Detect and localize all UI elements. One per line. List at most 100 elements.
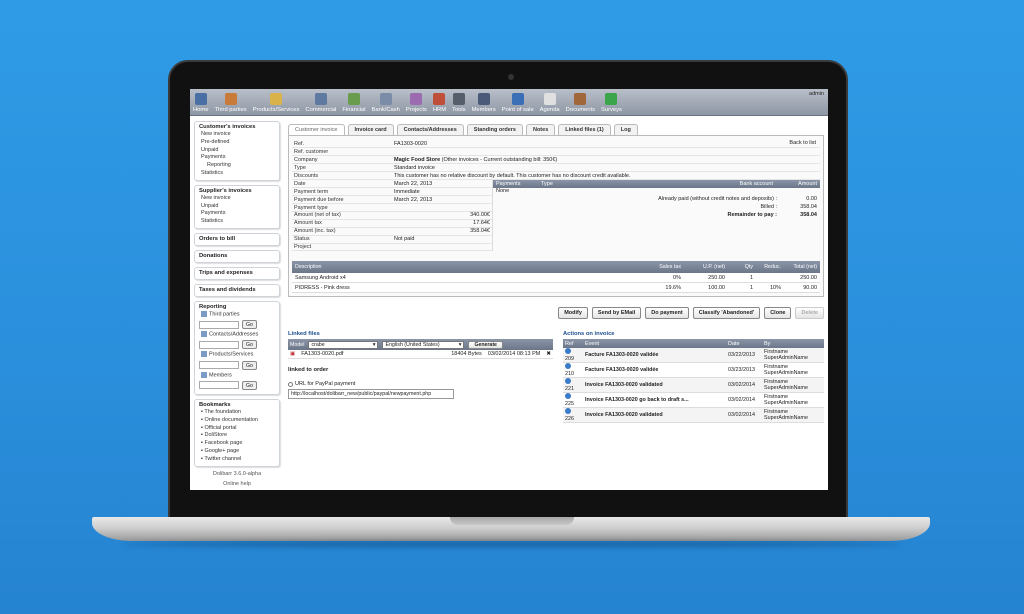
third-parties-icon [201,310,207,317]
tab-linked-files-1-[interactable]: Linked files (1) [558,124,611,135]
classify-abandoned-button[interactable]: Classify 'Abandoned' [692,307,761,320]
menu-item-surveys[interactable]: Surveys [598,89,625,115]
event-ref[interactable]: 209 [565,348,585,362]
online-help-link[interactable]: Online help [194,481,280,487]
bookmark-item[interactable]: ▪ Official portal [199,425,275,433]
back-to-list-link[interactable]: Back to list [789,140,816,146]
sidebar-item-predefined[interactable]: Pre-defined [199,139,275,147]
event-label[interactable]: Invoice FA1303-0020 go back to draft s..… [585,397,728,403]
send-by-email-button[interactable]: Send by EMail [591,307,642,320]
table-row[interactable]: 209 Facture FA1303-0020 validée 03/22/2013… [563,348,824,364]
go-button[interactable]: Go [242,380,257,390]
company-extra[interactable]: (Other invoices - Current outstanding bi… [442,157,558,163]
trips-link[interactable]: Trips and expenses [199,270,275,276]
table-row[interactable]: PIDRESS - Pink dress 19.6% 100.00 1 10% 90.00 [292,283,820,294]
sidebar-item-reporting[interactable]: Reporting [199,162,275,170]
table-row[interactable]: Samsung Android x4 0% 250.00 1 250.00 [292,273,820,284]
tab-contacts-addresses[interactable]: Contacts/Addresses [396,124,464,135]
menu-item-documents[interactable]: Documents [563,89,598,115]
bookmark-item[interactable]: ▪ Facebook page [199,440,275,448]
sidebar-item-supplier-new[interactable]: New invoice [199,195,275,203]
event-label[interactable]: Invoice FA1303-0020 validated [585,382,728,388]
line-tot: 250.00 [800,274,817,281]
delete-file-icon[interactable]: ✖ [546,351,551,357]
language-select[interactable]: English (United States) ▾ [382,340,465,349]
menu-item-bank-cash[interactable]: Bank/Cash [369,89,403,115]
model-select[interactable]: crabe ▾ [308,340,379,349]
menu-item-financial[interactable]: Financial [339,89,368,115]
bookmark-item[interactable]: ▪ Twitter channel [199,456,275,464]
ref-customer[interactable] [392,147,820,157]
bookmark-label: Facebook page [204,440,243,447]
event-label[interactable]: Facture FA1303-0020 validée [585,352,728,358]
bookmark-item[interactable]: ▪ Google+ page [199,448,275,456]
search-label-third-parties: Third parties [199,310,275,319]
tab-log[interactable]: Log [613,124,638,135]
search-third-parties-input[interactable] [199,320,239,329]
sidebar-item-unpaid[interactable]: Unpaid [199,147,275,155]
menu-item-projects[interactable]: Projects [403,89,430,115]
modify-button[interactable]: Modify [558,307,588,320]
donations-link[interactable]: Donations [199,253,275,259]
left-sidebar: Customer's invoices New invoice Pre-defi… [194,121,280,487]
event-user[interactable]: Firstname SuperAdminName [764,364,822,376]
sidebar-item-supplier-statistics[interactable]: Statistics [199,218,275,226]
search-members-input[interactable] [199,381,239,390]
search-label-text: Contacts/Addresses [209,331,259,338]
event-ref[interactable]: 210 [565,363,585,377]
bookmark-item[interactable]: ▪ Online documentation [199,417,275,425]
event-ref[interactable]: 221 [565,378,585,392]
sidebar-item-supplier-unpaid[interactable]: Unpaid [199,203,275,211]
do-payment-button[interactable]: Do payment [645,307,689,320]
bookmark-item[interactable]: ▪ The foundation [199,409,275,417]
table-row[interactable]: 225 Invoice FA1303-0020 go back to draft … [563,393,824,409]
event-label[interactable]: Invoice FA1303-0020 validated [585,412,728,418]
table-row[interactable]: 210 Facture FA1303-0020 validée 03/23/2013… [563,363,824,379]
reporting-title[interactable]: Reporting [199,304,275,310]
event-user[interactable]: Firstname SuperAdminName [764,379,822,391]
file-name-link[interactable]: FA1303-0020.pdf [301,351,445,357]
event-user[interactable]: Firstname SuperAdminName [764,349,822,361]
menu-item-members[interactable]: Members [469,89,499,115]
search-contacts-input[interactable] [199,340,239,349]
tab-invoice-card[interactable]: Invoice card [347,124,394,135]
go-button[interactable]: Go [242,320,257,330]
supplier-invoices-title[interactable]: Supplier's invoices [199,188,275,194]
paypal-url-input[interactable]: http://localhost/dolibarr_new/public/pay… [288,389,454,400]
generate-button[interactable]: Generate [468,340,503,349]
menu-item-tools[interactable]: Tools [449,89,469,115]
go-button[interactable]: Go [242,360,257,370]
delete-button[interactable]: Delete [795,307,824,320]
menu-item-agenda[interactable]: Agenda [537,89,563,115]
tab-notes[interactable]: Notes [525,124,556,135]
table-row[interactable]: 226 Invoice FA1303-0020 validated 03/02/20… [563,408,824,424]
menu-item-third-parties[interactable]: Third parties [211,89,249,115]
admin-user[interactable]: admin [805,89,828,99]
sidebar-item-new-invoice[interactable]: New invoice [199,131,275,139]
event-ref[interactable]: 225 [565,393,585,407]
invoice-detail-table: Date March 22, 2013 Payment term Immediate P… [292,179,492,252]
taxes-link[interactable]: Taxes and dividends [199,287,275,293]
orders-to-bill-link[interactable]: Orders to bill [199,236,275,242]
menu-item-products-services[interactable]: Products/Services [250,89,303,115]
bookmark-item[interactable]: ▪ DoliStore [199,432,275,440]
menu-item-point-of-sale[interactable]: Point of sale [499,89,537,115]
event-user[interactable]: Firstname SuperAdminName [764,394,822,406]
search-products-input[interactable] [199,361,239,370]
event-label[interactable]: Facture FA1303-0020 validée [585,367,728,373]
go-button[interactable]: Go [242,340,257,350]
menu-item-commercial[interactable]: Commercial [302,89,339,115]
customer-invoices-title[interactable]: Customer's invoices [199,124,275,130]
menu-item-home[interactable]: Home [190,89,211,115]
sidebar-item-payments[interactable]: Payments [199,154,275,162]
event-user[interactable]: Firstname SuperAdminName [764,409,822,421]
event-ref[interactable]: 226 [565,408,585,422]
tab-standing-orders[interactable]: Standing orders [466,124,523,135]
menu-item-hrm[interactable]: HRM [430,89,449,115]
table-row[interactable]: 221 Invoice FA1303-0020 validated 03/02/20… [563,378,824,394]
sidebar-item-supplier-payments[interactable]: Payments [199,210,275,218]
clone-button[interactable]: Clone [764,307,792,320]
sidebar-item-statistics[interactable]: Statistics [199,170,275,178]
company-link[interactable]: Magic Food Store [394,157,440,163]
tab-customer-invoice[interactable]: Customer invoice [288,124,345,135]
